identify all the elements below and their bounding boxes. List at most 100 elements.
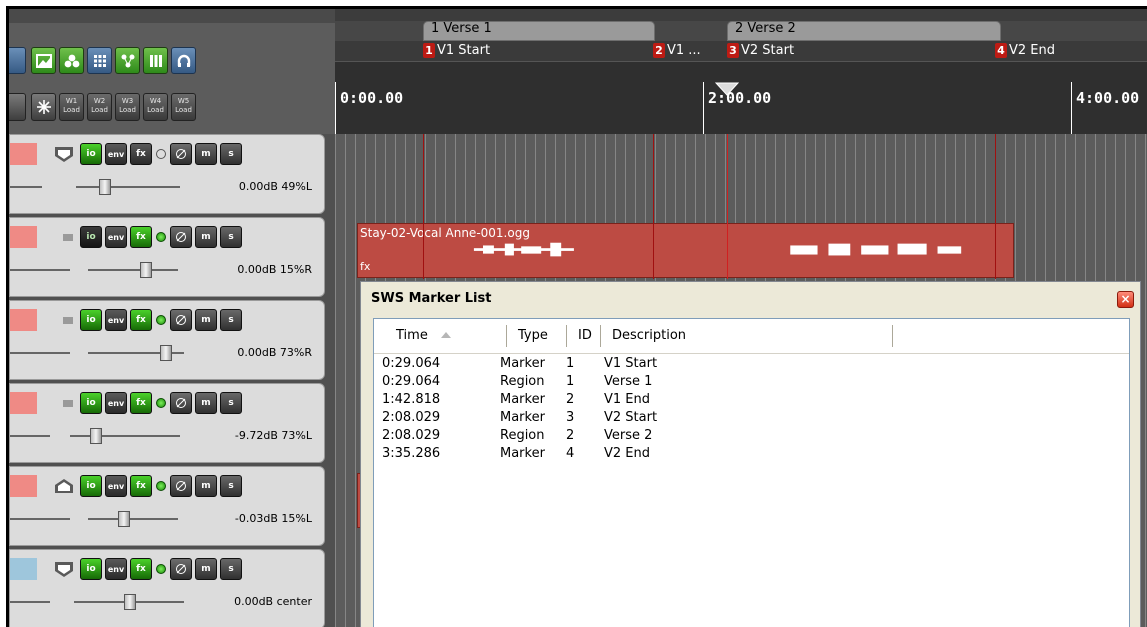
io-button[interactable]: io — [80, 392, 102, 414]
track-color[interactable] — [10, 392, 37, 414]
folder-small-icon[interactable] — [60, 228, 80, 246]
mute-button[interactable]: m — [195, 226, 217, 248]
mixer-icon[interactable] — [143, 47, 168, 74]
close-icon[interactable]: × — [1117, 291, 1134, 308]
pan-knob[interactable] — [118, 511, 130, 527]
edit-cursor-icon[interactable] — [715, 82, 739, 96]
env-button[interactable]: env — [105, 226, 127, 248]
record-arm-led[interactable] — [156, 149, 166, 159]
mute-button[interactable]: m — [195, 143, 217, 165]
track-color[interactable] — [10, 226, 37, 248]
fx-button[interactable]: fx — [130, 309, 152, 331]
folder-open-icon[interactable] — [54, 477, 74, 495]
track-color[interactable] — [10, 309, 37, 331]
track-3[interactable]: io env fx m s 0.00dB 73%R — [9, 300, 325, 380]
phase-button[interactable] — [170, 475, 192, 497]
fx-button[interactable]: fx — [130, 392, 152, 414]
grid-icon[interactable] — [87, 47, 112, 74]
track-2[interactable]: io env fx m s 0.00dB 15%R — [9, 217, 325, 297]
column-separator[interactable] — [506, 325, 507, 347]
pan-knob[interactable] — [160, 345, 172, 361]
solo-button[interactable]: s — [220, 309, 242, 331]
io-button[interactable]: io — [80, 226, 102, 248]
solo-button[interactable]: s — [220, 143, 242, 165]
track-4[interactable]: io env fx m s -9.72dB 73%L — [9, 383, 325, 463]
record-arm-led[interactable] — [156, 232, 166, 242]
mute-button[interactable]: m — [195, 309, 217, 331]
marker-2[interactable]: 2 V1 ... — [653, 42, 701, 59]
mute-button[interactable]: m — [195, 558, 217, 580]
record-arm-led[interactable] — [156, 481, 166, 491]
column-separator[interactable] — [566, 325, 567, 347]
mute-button[interactable]: m — [195, 475, 217, 497]
snowflake-icon[interactable] — [31, 93, 56, 121]
media-item[interactable]: Stay-02-Vocal Anne-001.ogg fx — [357, 223, 1014, 278]
fx-button[interactable]: fx — [130, 475, 152, 497]
pan-knob[interactable] — [99, 179, 111, 195]
marker-1[interactable]: 1 V1 Start — [423, 42, 490, 59]
toolbar-partial-button[interactable] — [9, 47, 26, 74]
column-header-description[interactable]: Description — [612, 328, 686, 346]
pan-knob[interactable] — [124, 594, 136, 610]
window-set-2-load-button[interactable]: W2 Load — [87, 93, 112, 121]
window-set-1-load-button[interactable]: W1 Load — [59, 93, 84, 121]
column-separator[interactable] — [600, 325, 601, 347]
image-icon[interactable] — [31, 47, 56, 74]
phase-button[interactable] — [170, 143, 192, 165]
column-separator[interactable] — [892, 325, 893, 347]
marker-4[interactable]: 4 V2 End — [995, 42, 1055, 59]
headphones-icon[interactable] — [171, 47, 196, 74]
list-row[interactable]: 0:29.064 Marker 1 V1 Start — [374, 355, 1129, 373]
env-button[interactable]: env — [105, 392, 127, 414]
timeline-ruler[interactable]: 0:00.00 2:00.00 4:00.00 — [335, 61, 1147, 136]
routing-icon[interactable] — [115, 47, 140, 74]
record-arm-led[interactable] — [156, 315, 166, 325]
io-button[interactable]: io — [80, 309, 102, 331]
window-set-5-load-button[interactable]: W5 Load — [171, 93, 196, 121]
list-row[interactable]: 0:29.064 Region 1 Verse 1 — [374, 373, 1129, 391]
column-header-type[interactable]: Type — [518, 328, 548, 346]
io-button[interactable]: io — [80, 558, 102, 580]
solo-button[interactable]: s — [220, 475, 242, 497]
column-header-time[interactable]: Time — [396, 328, 452, 346]
phase-button[interactable] — [170, 309, 192, 331]
track-6[interactable]: io env fx m s 0.00dB center — [9, 549, 325, 627]
env-button[interactable]: env — [105, 143, 127, 165]
list-row[interactable]: 2:08.029 Marker 3 V2 Start — [374, 409, 1129, 427]
record-arm-led[interactable] — [156, 564, 166, 574]
pan-knob[interactable] — [140, 262, 152, 278]
folder-small-icon[interactable] — [60, 311, 80, 329]
mute-button[interactable]: m — [195, 392, 217, 414]
solo-button[interactable]: s — [220, 558, 242, 580]
solo-button[interactable]: s — [220, 226, 242, 248]
track-1[interactable]: io env fx m s 0.00dB 49%L — [9, 134, 325, 214]
group-icon[interactable] — [59, 47, 84, 74]
io-button[interactable]: io — [80, 143, 102, 165]
pan-knob[interactable] — [90, 428, 102, 444]
env-button[interactable]: env — [105, 558, 127, 580]
io-button[interactable]: io — [80, 475, 102, 497]
track-color[interactable] — [10, 143, 37, 165]
folder-icon[interactable] — [54, 560, 74, 578]
list-row[interactable]: 2:08.029 Region 2 Verse 2 — [374, 427, 1129, 445]
list-row[interactable]: 3:35.286 Marker 4 V2 End — [374, 445, 1129, 463]
fx-button[interactable]: fx — [130, 143, 152, 165]
marker-3[interactable]: 3 V2 Start — [727, 42, 794, 59]
env-button[interactable]: env — [105, 475, 127, 497]
track-color[interactable] — [10, 558, 37, 580]
toolbar-partial-button-2[interactable] — [9, 93, 26, 121]
phase-button[interactable] — [170, 558, 192, 580]
track-color[interactable] — [10, 475, 37, 497]
folder-small-icon[interactable] — [60, 394, 80, 412]
window-set-3-load-button[interactable]: W3 Load — [115, 93, 140, 121]
marker-list[interactable]: Time Type ID Description 0:29.064 Marker… — [373, 318, 1130, 627]
phase-button[interactable] — [170, 226, 192, 248]
fx-button[interactable]: fx — [130, 558, 152, 580]
list-row[interactable]: 1:42.818 Marker 2 V1 End — [374, 391, 1129, 409]
column-header-id[interactable]: ID — [578, 328, 592, 346]
solo-button[interactable]: s — [220, 392, 242, 414]
track-5[interactable]: io env fx m s -0.03dB 15%L — [9, 466, 325, 546]
env-button[interactable]: env — [105, 309, 127, 331]
fx-button[interactable]: fx — [130, 226, 152, 248]
folder-icon[interactable] — [54, 145, 74, 163]
